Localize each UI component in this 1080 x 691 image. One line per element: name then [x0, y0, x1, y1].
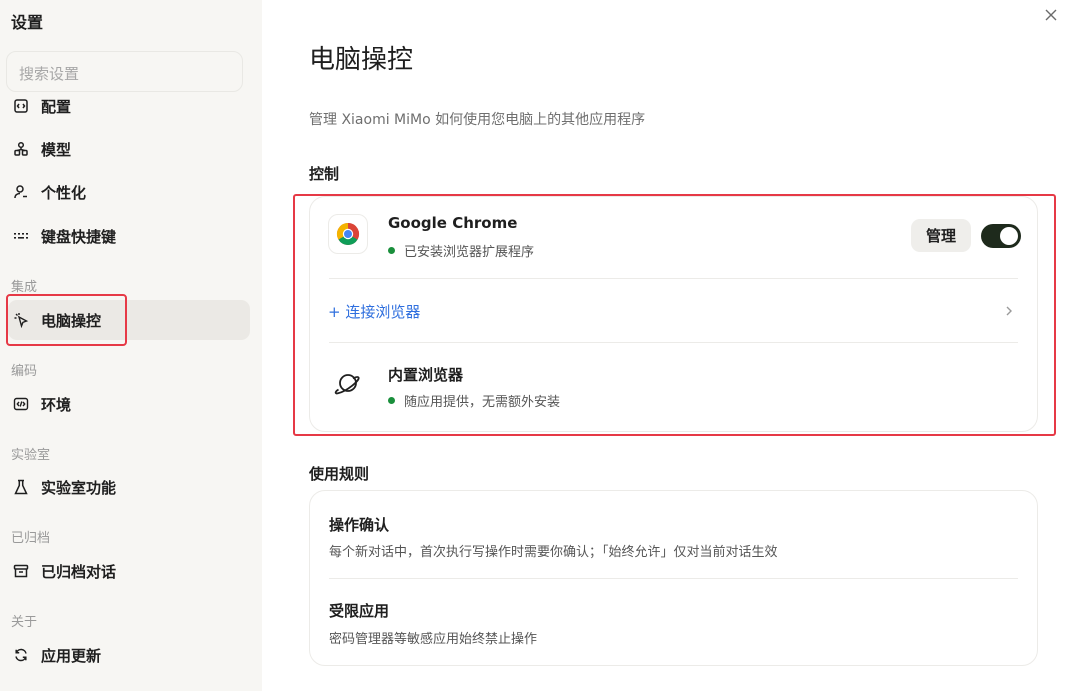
builtin-browser-name: 内置浏览器	[388, 366, 464, 384]
section-label-rules: 使用规则	[309, 465, 370, 483]
divider	[329, 278, 1018, 279]
sidebar-item-label: 模型	[41, 140, 72, 159]
rule-description: 每个新对话中，首次执行写操作时需要你确认；「始终允许」仅对当前对话生效	[329, 545, 778, 560]
sidebar-item-model[interactable]: 模型	[8, 129, 250, 169]
config-icon	[12, 97, 30, 115]
close-button[interactable]	[1041, 5, 1061, 25]
manage-button[interactable]: 管理	[911, 219, 971, 252]
group-label-about: 关于	[11, 615, 38, 630]
planet-icon	[332, 367, 364, 399]
group-label-integration: 集成	[11, 280, 38, 295]
connect-browser-link[interactable]: + 连接浏览器	[328, 301, 420, 322]
sidebar-item-personalization[interactable]: 个性化	[8, 172, 250, 212]
model-icon	[12, 140, 30, 158]
rule-title: 受限应用	[329, 602, 390, 620]
sidebar-title: 设置	[11, 13, 44, 32]
divider	[329, 342, 1018, 343]
page-title: 电脑操控	[309, 45, 414, 75]
chevron-right-icon[interactable]	[1002, 303, 1016, 319]
chrome-status: 已安装浏览器扩展程序	[388, 241, 534, 260]
chrome-name: Google Chrome	[388, 214, 518, 232]
sidebar-item-label: 配置	[41, 97, 72, 116]
group-label-labs: 实验室	[11, 448, 51, 463]
group-label-coding: 编码	[11, 364, 38, 379]
close-icon	[1045, 9, 1057, 21]
sidebar-item-label: 键盘快捷键	[41, 227, 117, 246]
sidebar-item-archived-chats[interactable]: 已归档对话	[8, 551, 250, 591]
chrome-icon	[328, 214, 368, 254]
sidebar-item-keyboard-shortcuts[interactable]: 键盘快捷键	[8, 216, 250, 256]
divider	[329, 578, 1018, 579]
sidebar-item-labs[interactable]: 实验室功能	[8, 467, 250, 507]
status-dot	[388, 397, 395, 404]
control-card: Google Chrome 已安装浏览器扩展程序 管理 + 连接浏览器 内置浏览…	[309, 196, 1038, 432]
settings-sidebar: 设置 搜索设置 配置 模型 个性化 键盘快捷键 集成 电脑操控 编码 环境 实验…	[0, 0, 262, 691]
rule-description: 密码管理器等敏感应用始终禁止操作	[329, 632, 538, 647]
sidebar-item-label: 已归档对话	[41, 562, 117, 581]
builtin-status-text: 随应用提供，无需额外安装	[404, 395, 561, 410]
person-icon	[12, 183, 30, 201]
sidebar-item-label: 实验室功能	[41, 478, 117, 497]
flask-icon	[12, 478, 30, 496]
settings-window: 设置 搜索设置 配置 模型 个性化 键盘快捷键 集成 电脑操控 编码 环境 实验…	[0, 0, 1080, 691]
sidebar-item-environment[interactable]: 环境	[8, 384, 250, 424]
status-dot	[388, 247, 395, 254]
sidebar-item-app-update[interactable]: 应用更新	[8, 635, 250, 675]
rule-title: 操作确认	[329, 516, 390, 534]
section-label-control: 控制	[309, 165, 340, 183]
sidebar-item-computer-control[interactable]: 电脑操控	[8, 300, 250, 340]
chrome-status-text: 已安装浏览器扩展程序	[404, 245, 535, 260]
sidebar-item-label: 环境	[41, 395, 72, 414]
sidebar-item-label: 电脑操控	[41, 311, 102, 330]
builtin-browser-status: 随应用提供，无需额外安装	[388, 391, 560, 410]
cursor-icon	[12, 311, 30, 329]
toggle-knob	[1000, 227, 1018, 245]
chrome-toggle[interactable]	[981, 224, 1021, 248]
keyboard-icon	[12, 227, 30, 245]
page-description: 管理 Xiaomi MiMo 如何使用您电脑上的其他应用程序	[309, 112, 646, 128]
sidebar-item-label: 应用更新	[41, 646, 102, 665]
archive-icon	[12, 562, 30, 580]
refresh-icon	[12, 646, 30, 664]
group-label-archived: 已归档	[11, 531, 51, 546]
code-icon	[12, 395, 30, 413]
sidebar-item-label: 个性化	[41, 183, 87, 202]
sidebar-item-config[interactable]: 配置	[8, 86, 250, 126]
rules-card: 操作确认 每个新对话中，首次执行写操作时需要你确认；「始终允许」仅对当前对话生效…	[309, 490, 1038, 666]
